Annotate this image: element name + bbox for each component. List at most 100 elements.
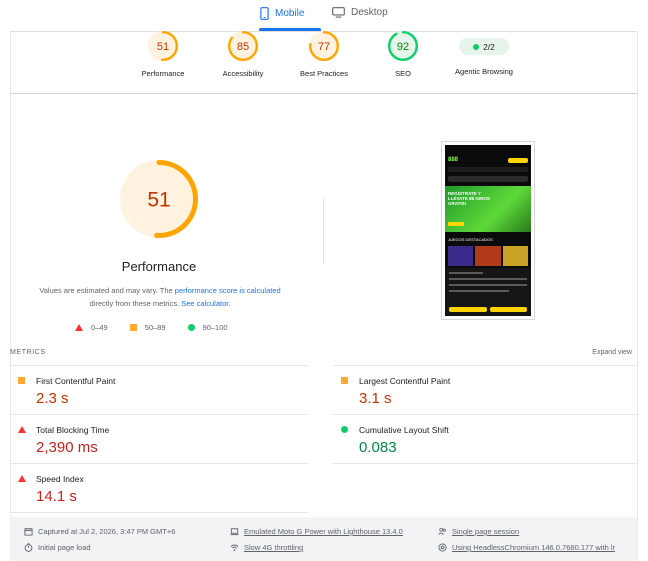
metric-label: Largest Contentful Paint xyxy=(359,376,451,386)
circle-icon xyxy=(187,324,195,331)
summary-divider xyxy=(10,93,637,94)
tab-desktop-label: Desktop xyxy=(351,7,388,18)
captured-text: Captured at Jul 2, 2026, 3:47 PM GMT+6 xyxy=(38,527,176,536)
throttling-text: Slow 4G throttling xyxy=(244,543,304,552)
device-tabs: Mobile Desktop xyxy=(0,0,648,31)
screenshot-banner-text: REGÍSTRATE Y LLÉVATE 88 GIROS GRATIS! xyxy=(448,191,490,206)
gauge-score: 51 xyxy=(157,41,169,53)
metric-value: 2,390 ms xyxy=(36,439,98,456)
metric-value: 14.1 s xyxy=(36,488,77,505)
screenshot-search xyxy=(448,176,528,182)
metric-speed-index: Speed Index 14.1 s xyxy=(10,463,308,512)
square-icon xyxy=(18,377,25,384)
legend-average: 50–89 xyxy=(129,323,166,332)
initial-load-text: Initial page load xyxy=(38,543,91,552)
triangle-icon xyxy=(18,475,26,482)
performance-score-gauge: 51 xyxy=(119,159,199,239)
pass-dot-icon xyxy=(473,43,480,50)
best-practices-gauge: 77 xyxy=(308,30,340,62)
see-calculator-link[interactable]: See calculator. xyxy=(181,299,230,308)
summary-label: Accessibility xyxy=(222,69,264,78)
summary-label: Agentic Browsing xyxy=(455,67,513,76)
game-tile xyxy=(475,246,501,266)
screenshot-section-title: JUEGOS DESTACADOS xyxy=(448,237,493,242)
game-tile xyxy=(502,246,528,266)
metrics-header: METRICS Expand view xyxy=(10,349,632,356)
metrics-title: METRICS xyxy=(10,349,46,356)
gauge-score: 77 xyxy=(318,41,330,53)
triangle-icon xyxy=(18,426,26,433)
game-tile xyxy=(448,246,474,266)
screenshot-games xyxy=(448,246,528,266)
circle-icon xyxy=(341,426,348,433)
summary-seo[interactable]: 92 SEO xyxy=(358,30,448,78)
expand-view-toggle[interactable]: Expand view xyxy=(592,349,632,356)
gauge-score: 85 xyxy=(237,41,249,53)
summary-accessibility[interactable]: 85 Accessibility xyxy=(198,30,288,78)
laptop-icon xyxy=(230,528,239,536)
summary-agentic-browsing[interactable]: 2/2 Agentic Browsing xyxy=(439,30,529,76)
performance-description: Values are estimated and may vary. The p… xyxy=(20,284,300,310)
session-text: Single page session xyxy=(452,527,520,536)
score-legend: 0–49 50–89 90–100 xyxy=(75,323,228,332)
legend-range: 0–49 xyxy=(91,323,108,332)
legend-range: 90–100 xyxy=(202,323,228,332)
tab-mobile[interactable]: Mobile xyxy=(260,7,304,20)
accessibility-gauge: 85 xyxy=(227,30,259,62)
network-throttling[interactable]: Slow 4G throttling xyxy=(230,543,303,552)
device-text: Emulated Moto G Power with Lighthouse 13… xyxy=(244,527,403,536)
monitor-icon xyxy=(332,7,345,18)
smartphone-icon xyxy=(260,7,269,20)
screenshot-cta xyxy=(508,157,528,163)
performance-score-link[interactable]: performance score is calculated xyxy=(175,286,281,295)
legend-fail: 0–49 xyxy=(75,323,108,332)
summary-best-practices[interactable]: 77 Best Practices xyxy=(279,30,369,78)
browser-text: Using HeadlessChromium 146.0.7680.177 wi… xyxy=(452,543,616,552)
chrome-icon xyxy=(438,543,447,552)
metric-first-contentful-paint: First Contentful Paint 2.3 s xyxy=(10,365,308,414)
emulated-device[interactable]: Emulated Moto G Power with Lighthouse 13… xyxy=(230,527,403,536)
gauge-score: 51 xyxy=(147,188,170,211)
captured-at: Captured at Jul 2, 2026, 3:47 PM GMT+6 xyxy=(24,527,175,536)
metric-label: First Contentful Paint xyxy=(36,376,116,386)
agentic-browsing-badge: 2/2 xyxy=(459,38,509,55)
metric-label: Cumulative Layout Shift xyxy=(359,425,449,435)
single-page-session[interactable]: Single page session xyxy=(438,527,519,536)
metric-largest-contentful-paint: Largest Contentful Paint 3.1 s xyxy=(333,365,637,414)
metric-value: 2.3 s xyxy=(36,390,69,407)
calendar-icon xyxy=(24,527,33,536)
legend-pass: 90–100 xyxy=(187,323,228,332)
gauge-score: 92 xyxy=(397,41,409,53)
agentic-score: 2/2 xyxy=(483,41,495,52)
tab-desktop[interactable]: Desktop xyxy=(332,7,388,18)
runtime-settings: Captured at Jul 2, 2026, 3:47 PM GMT+6 I… xyxy=(10,517,637,561)
summary-label: SEO xyxy=(395,69,411,78)
right-border xyxy=(637,32,638,561)
screenshot-screen: 888 REGÍSTRATE Y LLÉVATE 88 GIROS GRATIS… xyxy=(445,145,531,316)
summary-label: Best Practices xyxy=(300,69,348,78)
tab-mobile-label: Mobile xyxy=(275,8,305,19)
square-icon xyxy=(341,377,348,384)
screenshot-header: 888 xyxy=(448,155,528,165)
square-icon xyxy=(129,324,137,331)
final-screenshot[interactable]: 888 REGÍSTRATE Y LLÉVATE 88 GIROS GRATIS… xyxy=(441,141,535,320)
performance-title: Performance xyxy=(121,259,197,274)
triangle-icon xyxy=(75,324,83,331)
metric-value: 3.1 s xyxy=(359,390,392,407)
initial-page-load: Initial page load xyxy=(24,543,91,552)
legend-range: 50–89 xyxy=(144,323,166,332)
metric-label: Total Blocking Time xyxy=(36,425,110,435)
screenshot-logo: 888 xyxy=(448,157,459,163)
summary-performance[interactable]: 51 Performance xyxy=(118,30,208,78)
metric-label: Speed Index xyxy=(36,474,84,484)
browser-version[interactable]: Using HeadlessChromium 146.0.7680.177 wi… xyxy=(438,543,615,552)
category-summary: 51 Performance 85 Accessibility 77 Best … xyxy=(0,30,648,90)
performance-gauge: 51 xyxy=(147,30,179,62)
screenshot-cookie-banner xyxy=(445,268,531,316)
screenshot-banner-button xyxy=(448,222,464,226)
vertical-divider xyxy=(323,198,324,264)
summary-label: Performance xyxy=(141,69,185,78)
metrics-divider xyxy=(333,463,637,464)
timer-icon xyxy=(24,543,33,552)
metrics-divider xyxy=(10,512,308,513)
